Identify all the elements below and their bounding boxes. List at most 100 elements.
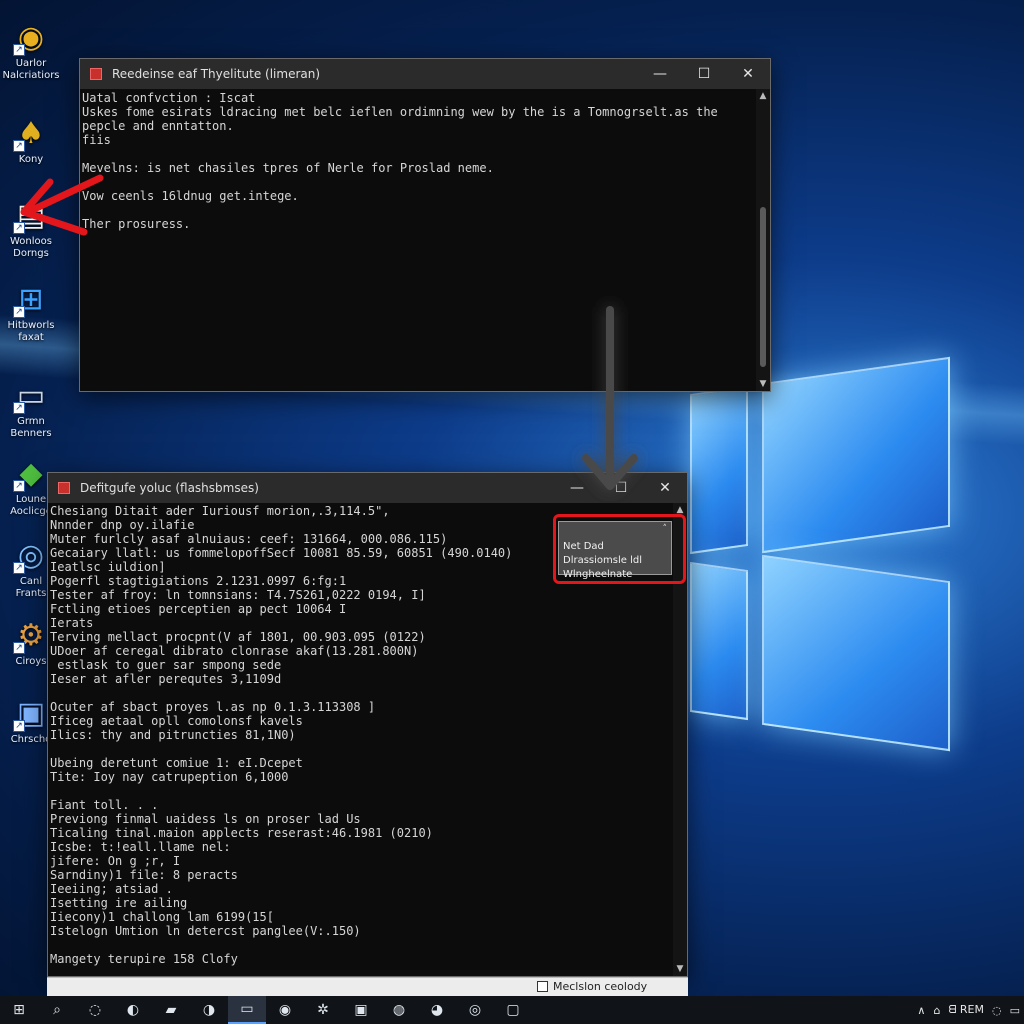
- media-icon[interactable]: ◎: [456, 996, 494, 1024]
- top-console-window[interactable]: Reedeinse eaf Thyelitute (limeran) — ☐ ✕…: [79, 58, 771, 392]
- scroll-down-arrow-icon[interactable]: ▼: [673, 962, 687, 976]
- chrome-icon: ◉ ↗: [11, 18, 51, 56]
- scroll-up-arrow-icon[interactable]: ▲: [756, 89, 770, 103]
- desktop-shortcut-label: Uarlor Nalcriatiors: [2, 58, 60, 81]
- console-line: Icsbe: t:!eall.llame nel:: [50, 840, 231, 854]
- task-view-icon[interactable]: ◌: [76, 996, 114, 1024]
- close-button[interactable]: ✕: [643, 473, 687, 503]
- notifications-icon[interactable]: ▭: [1010, 1004, 1020, 1017]
- console-line: Mangety terupire 158 Clofy: [50, 952, 238, 966]
- taskbar: ⊞ ⌕ ◌ ◐ ▰ ◑ ▭ ◉ ✲ ▣ ◍ ◕ ◎ ▢ ∧ ⌂ ᗺ REM ◌ ▭: [0, 996, 1024, 1024]
- xbox-icon[interactable]: ◍: [380, 996, 418, 1024]
- desktop-shortcut[interactable]: ♠ ↗ Kony: [0, 114, 62, 166]
- console-line: jifere: On g ;r, I: [50, 854, 181, 868]
- decision-checkbox-label: Meclslon ceolody: [553, 980, 648, 993]
- console-line: Ieeiing; atsiad .: [50, 882, 173, 896]
- scroll-down-arrow-icon[interactable]: ▼: [756, 377, 770, 391]
- console-line: Ierats: [50, 616, 94, 630]
- top-scrollbar[interactable]: ▲ ▼: [756, 89, 770, 391]
- desktop-shortcut-label: Grmn Benners: [10, 416, 52, 439]
- console-app-icon: [58, 482, 70, 494]
- console-line: pepcle and enntatton.: [82, 119, 234, 133]
- console-line: Uatal confvction : Iscat: [82, 91, 256, 105]
- logo-pane-top-left: [690, 385, 748, 555]
- desktop-shortcut-label: Kony: [18, 154, 44, 165]
- tray-up-arrow-icon[interactable]: ∧: [917, 1004, 925, 1017]
- console-line: Fctling etioes perceptien ap pect 10064 …: [50, 602, 347, 616]
- start-icon[interactable]: ⊞: [0, 996, 38, 1024]
- console-line: Ticaling tinal.maion applects reserast:4…: [50, 826, 433, 840]
- bottom-window-title: Defitgufe yoluc (flashsbmses): [80, 481, 259, 495]
- windows-shield-icon: ⊞ ↗: [11, 280, 51, 318]
- desktop-shortcut[interactable]: ▤ ↗ Wonloos Dorngs: [0, 196, 62, 260]
- firefox-icon[interactable]: ◑: [190, 996, 228, 1024]
- document-icon: ▤ ↗: [11, 196, 51, 234]
- status-bar: Meclslon ceolody: [47, 977, 688, 996]
- bottom-window-titlebar[interactable]: Defitgufe yoluc (flashsbmses) — ☐ ✕: [48, 473, 687, 503]
- console-icon[interactable]: ▭: [228, 996, 266, 1024]
- desktop-shortcut[interactable]: ▭ ↗ Grmn Benners: [0, 376, 62, 440]
- volume-icon[interactable]: ◌: [992, 1004, 1002, 1017]
- shortcut-arrow-icon: ↗: [13, 140, 25, 152]
- maximize-button[interactable]: ☐: [682, 59, 726, 89]
- logo-pane-bottom-left: [690, 561, 748, 721]
- console-line: Iiecony)1 challong lam 6199(15[: [50, 910, 274, 924]
- decision-checkbox[interactable]: [537, 981, 548, 992]
- console-line: UDoer af ceregal dibrato clonrase akaf(1…: [50, 644, 419, 658]
- shortcut-arrow-icon: ↗: [13, 480, 25, 492]
- logo-pane-bottom-right: [762, 554, 950, 752]
- logo-pane-top-right: [762, 356, 950, 554]
- top-window-titlebar[interactable]: Reedeinse eaf Thyelitute (limeran) — ☐ ✕: [80, 59, 770, 89]
- tablet-icon[interactable]: ▢: [494, 996, 532, 1024]
- store-icon[interactable]: ▣: [342, 996, 380, 1024]
- language-indicator[interactable]: ᗺ REM: [948, 1003, 984, 1017]
- game-icon: ♠ ↗: [11, 114, 51, 152]
- console-line: Tite: Ioy nay catrupeption 6,1000: [50, 770, 289, 784]
- shortcut-arrow-icon: ↗: [13, 562, 25, 574]
- system-tray: ∧ ⌂ ᗺ REM ◌ ▭: [917, 996, 1020, 1024]
- scroll-thumb[interactable]: [760, 207, 766, 367]
- maximize-button[interactable]: ☐: [599, 473, 643, 503]
- browser-icon[interactable]: ◕: [418, 996, 456, 1024]
- console-line: Ther prosuress.: [82, 217, 191, 231]
- network-icon[interactable]: ⌂: [933, 1004, 940, 1017]
- desktop-shortcut[interactable]: ◉ ↗ Uarlor Nalcriatiors: [0, 18, 62, 82]
- console-line: Ocuter af sbact proyes l.as np 0.1.3.113…: [50, 700, 376, 714]
- shortcut-arrow-icon: ↗: [13, 642, 25, 654]
- file-explorer-icon[interactable]: ▰: [152, 996, 190, 1024]
- console-line: Isetting ire ailing: [50, 896, 188, 910]
- desktop-shortcut-label: Wonloos Dorngs: [10, 236, 52, 259]
- settings-taskbar-icon[interactable]: ✲: [304, 996, 342, 1024]
- search-icon[interactable]: ⌕: [38, 996, 76, 1024]
- console-line: Fiant toll. . .: [50, 798, 159, 812]
- chrome-taskbar-icon[interactable]: ◉: [266, 996, 304, 1024]
- desktop-shortcut-label: Hitbworls faxat: [7, 320, 55, 343]
- minimize-button[interactable]: —: [638, 59, 682, 89]
- console-line: Mevelns: is net chasiles tpres of Nerle …: [82, 161, 494, 175]
- close-button[interactable]: ✕: [726, 59, 770, 89]
- console-line: Uskes fome esirats ldracing met belc ief…: [82, 105, 718, 119]
- console-line: fiis: [82, 133, 111, 147]
- console-line: Sarndiny)1 file: 8 peracts: [50, 868, 238, 882]
- shortcut-arrow-icon: ↗: [13, 720, 25, 732]
- disc-icon: ◎ ↗: [11, 536, 51, 574]
- shortcut-arrow-icon: ↗: [13, 402, 25, 414]
- edge-icon[interactable]: ◐: [114, 996, 152, 1024]
- desktop-shortcut[interactable]: ⊞ ↗ Hitbworls faxat: [0, 280, 62, 344]
- drive-icon: ▭ ↗: [11, 376, 51, 414]
- console-line: Tester af froy: ln tomnsians: T4.7S261,0…: [50, 588, 426, 602]
- console-line: Istelogn Umtion ln detercst panglee(V:.1…: [50, 924, 361, 938]
- app-icon: ◆ ↗: [11, 454, 51, 492]
- top-window-title: Reedeinse eaf Thyelitute (limeran): [112, 67, 321, 81]
- console-line: Terving mellact procpnt(V af 1801, 00.90…: [50, 630, 426, 644]
- console-line: estlask to guer sar smpong sede: [50, 658, 282, 672]
- settings-icon: ⚙ ↗: [11, 616, 51, 654]
- top-console-output: Uatal confvction : Iscat Uskes fome esira…: [80, 91, 756, 391]
- minimize-button[interactable]: —: [555, 473, 599, 503]
